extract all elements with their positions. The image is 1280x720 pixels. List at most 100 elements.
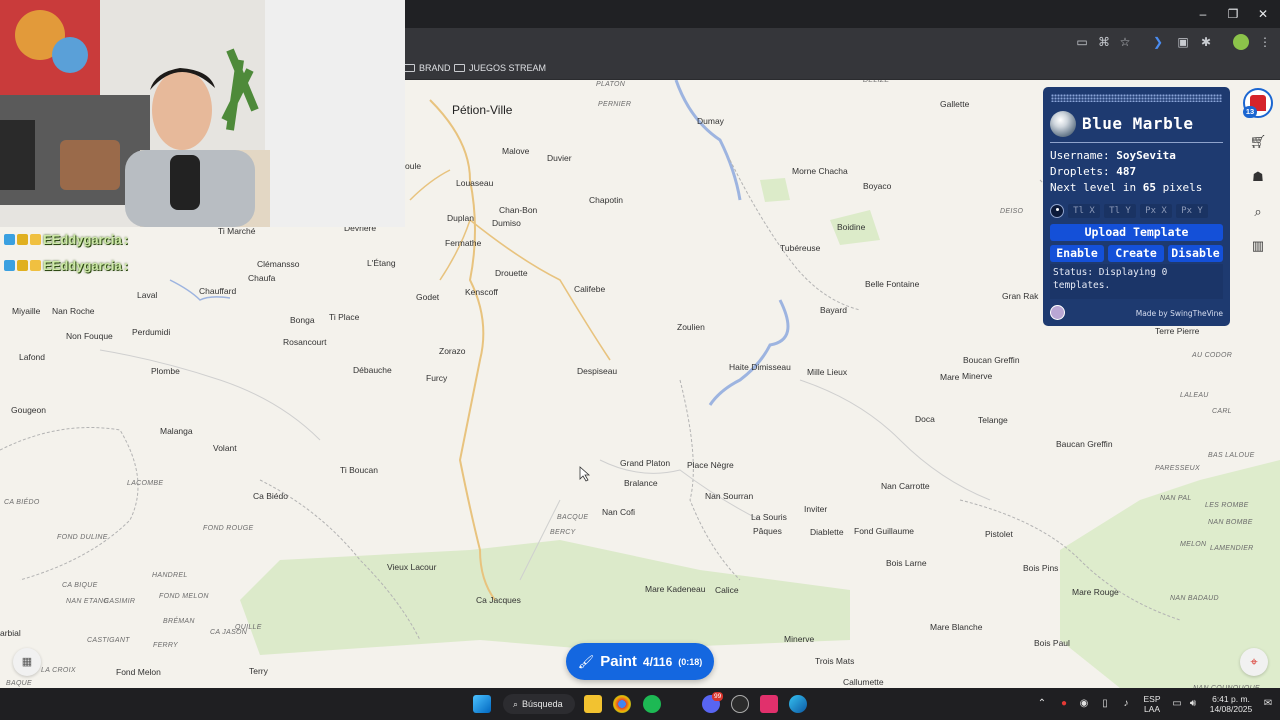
- chat-message: EEddygarcia :: [4, 232, 128, 247]
- place-label: Pétion-Ville: [452, 103, 513, 117]
- extension-badge-icon[interactable]: ▣: [1175, 34, 1191, 50]
- volume-icon[interactable]: 🔊︎: [1187, 698, 1199, 710]
- place-label: Ca Jacques: [476, 595, 521, 605]
- place-label: Fond Melon: [116, 667, 161, 677]
- disable-button[interactable]: Disable: [1168, 245, 1223, 262]
- taskbar-search[interactable]: ⌕ Búsqueda: [503, 694, 575, 714]
- screen: – ❐ ✕ ▭ ⌘ ☆ ❯ ▣ ✱ ⋮ BRAND JUEGOS STREAM: [0, 0, 1280, 720]
- blue-marble-panel[interactable]: Blue Marble Username: SoySevita Droplets…: [1043, 87, 1230, 326]
- store-cart-icon[interactable]: 🛒︎: [1247, 131, 1269, 153]
- network-icon[interactable]: ▭: [1171, 698, 1183, 710]
- next-level-line: Next level in 65 pixels: [1050, 181, 1202, 194]
- place-label: Nan Sourran: [705, 491, 754, 501]
- region-label: CA BIÉDO: [4, 499, 40, 506]
- region-label: PARESSEUX: [1155, 465, 1200, 472]
- username-line: Username: SoySevita: [1050, 149, 1176, 162]
- place-label: Bayard: [820, 305, 847, 315]
- taskbar: ⌕ Búsqueda 99 ⌃ ● ◉ ▯ ♪ ESP LAA ▭ 🔊︎ 6:4…: [0, 688, 1280, 720]
- region-label: DEISO: [1000, 208, 1024, 215]
- place-label: Débauche: [353, 365, 392, 375]
- region-label: FOND MELON: [159, 593, 209, 600]
- minimize-button[interactable]: –: [1188, 5, 1218, 23]
- leaderboard-icon[interactable]: ▥: [1247, 235, 1269, 257]
- obs-icon[interactable]: [731, 695, 749, 713]
- tile-y-input[interactable]: Tl Y: [1104, 204, 1136, 218]
- tray-battery-icon[interactable]: ▯: [1099, 698, 1111, 710]
- region-label: PERNIER: [598, 101, 632, 108]
- tray-chevron-icon[interactable]: ⌃: [1036, 698, 1048, 710]
- place-label: Bois Pins: [1023, 563, 1059, 573]
- place-label: Duvier: [547, 153, 572, 163]
- place-label: Laval: [137, 290, 158, 300]
- edge-icon[interactable]: [789, 695, 807, 713]
- place-label: Non Fouque: [66, 331, 113, 341]
- place-label: Callumette: [843, 677, 884, 687]
- settings-icon[interactable]: [1050, 305, 1065, 320]
- enable-button[interactable]: Enable: [1050, 245, 1104, 262]
- place-label: Ti Boucan: [340, 465, 378, 475]
- bookmark-brand[interactable]: BRAND: [404, 60, 451, 76]
- extension-wave-icon[interactable]: ❯: [1150, 34, 1166, 50]
- tray-record-icon[interactable]: ●: [1058, 698, 1070, 710]
- chat-username: EEddygarcia: [43, 258, 122, 273]
- region-label: FERRY: [153, 642, 178, 649]
- place-label: Gran Rak: [1002, 291, 1039, 301]
- search-map-icon[interactable]: ⌕: [1247, 201, 1269, 223]
- windows-start-icon[interactable]: [473, 695, 491, 713]
- tray-mic-icon[interactable]: ♪: [1120, 698, 1132, 710]
- place-label: Mare Rouge: [1072, 587, 1119, 597]
- tile-x-input[interactable]: Tl X: [1068, 204, 1100, 218]
- file-explorer-icon[interactable]: [584, 695, 602, 713]
- language-indicator[interactable]: ESP LAA: [1141, 694, 1163, 714]
- menu-kebab-icon[interactable]: ⋮: [1257, 34, 1273, 50]
- username-value: SoySevita: [1116, 149, 1176, 162]
- bookmark-star-icon[interactable]: ☆: [1117, 34, 1133, 50]
- drag-handle[interactable]: [1051, 94, 1222, 102]
- place-label: Nan Cofi: [602, 507, 636, 517]
- chat-badge-icon: [17, 260, 28, 271]
- place-label: Pâques: [753, 526, 782, 536]
- chrome-icon[interactable]: [613, 695, 631, 713]
- translate-icon[interactable]: ⌘: [1096, 34, 1112, 50]
- maximize-button[interactable]: ❐: [1218, 5, 1248, 23]
- place-label: Zoulien: [677, 322, 705, 332]
- language-bottom: LAA: [1143, 704, 1161, 714]
- paint-button[interactable]: 🖌︎ Paint 4/116 (0:18): [566, 643, 714, 680]
- region-label: LA CROIX: [41, 667, 76, 674]
- region-label: BAS LALOUE: [1208, 452, 1255, 459]
- region-label: LACOMBE: [127, 480, 164, 487]
- locate-icon[interactable]: ⌖: [1240, 648, 1268, 676]
- location-pin-icon[interactable]: [1050, 204, 1064, 218]
- clock[interactable]: 6:41 p. m. 14/08/2025: [1204, 694, 1258, 714]
- place-label: Bonga: [290, 315, 315, 325]
- place-label: Terry: [249, 666, 268, 676]
- chat-badge-icon: [4, 260, 15, 271]
- chat-separator: :: [123, 258, 129, 273]
- pixel-y-input[interactable]: Px Y: [1176, 204, 1208, 218]
- profile-avatar-icon[interactable]: [1233, 34, 1249, 50]
- place-label: Tubéreuse: [780, 243, 821, 253]
- place-label: Califebe: [574, 284, 606, 294]
- upload-template-button[interactable]: Upload Template: [1050, 224, 1223, 241]
- status-output[interactable]: Status: Displaying 0 templates.: [1050, 264, 1223, 299]
- extensions-puzzle-icon[interactable]: ✱: [1198, 34, 1214, 50]
- alliance-icon[interactable]: ☗: [1247, 166, 1269, 188]
- place-label: Chan-Bon: [499, 205, 538, 215]
- spotify-icon[interactable]: [643, 695, 661, 713]
- close-button[interactable]: ✕: [1248, 5, 1278, 23]
- credit-text: Made by SwingTheVine: [1135, 309, 1223, 318]
- install-app-icon[interactable]: ▭: [1074, 34, 1090, 50]
- map-toggle-icon[interactable]: ▦: [13, 648, 41, 676]
- pixel-x-input[interactable]: Px X: [1140, 204, 1172, 218]
- place-label: Bois Larne: [886, 558, 927, 568]
- notifications-icon[interactable]: ✉: [1262, 698, 1274, 710]
- create-button[interactable]: Create: [1108, 245, 1164, 262]
- droplets-value: 487: [1116, 165, 1137, 178]
- tray-app-icon[interactable]: ◉: [1078, 698, 1090, 710]
- place-label: Nan Roche: [52, 306, 95, 316]
- droplets-label: Droplets:: [1050, 165, 1110, 178]
- bookmark-juegos-stream[interactable]: JUEGOS STREAM: [454, 60, 546, 76]
- place-label: Zorazo: [439, 346, 466, 356]
- place-label: Louaseau: [456, 178, 494, 188]
- tiktok-icon[interactable]: [760, 695, 778, 713]
